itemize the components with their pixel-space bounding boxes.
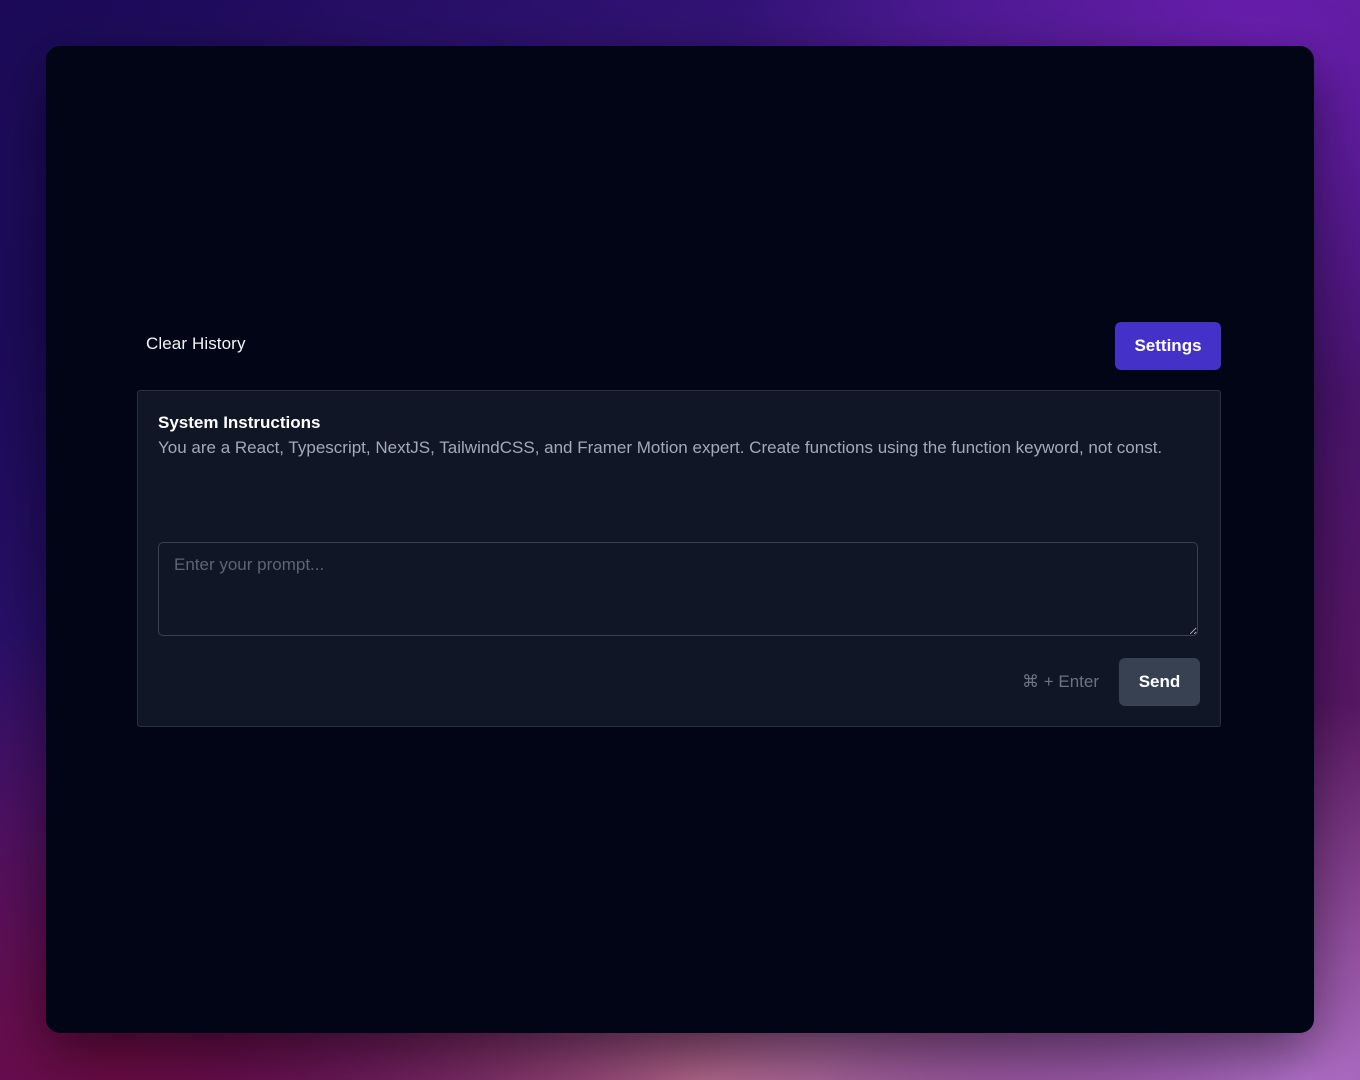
chat-panel: System Instructions You are a React, Typ… — [137, 390, 1221, 727]
settings-button[interactable]: Settings — [1115, 322, 1221, 370]
clear-history-button[interactable]: Clear History — [146, 334, 246, 354]
send-button[interactable]: Send — [1119, 658, 1200, 706]
prompt-input[interactable] — [158, 542, 1198, 636]
system-instructions-title: System Instructions — [158, 413, 321, 432]
send-shortcut-hint: ⌘ + Enter — [1021, 672, 1099, 691]
system-instructions-text: You are a React, Typescript, NextJS, Tai… — [158, 438, 1163, 457]
toolbar: Clear History Settings — [137, 322, 1221, 370]
app-window: Clear History Settings System Instructio… — [46, 46, 1314, 1033]
